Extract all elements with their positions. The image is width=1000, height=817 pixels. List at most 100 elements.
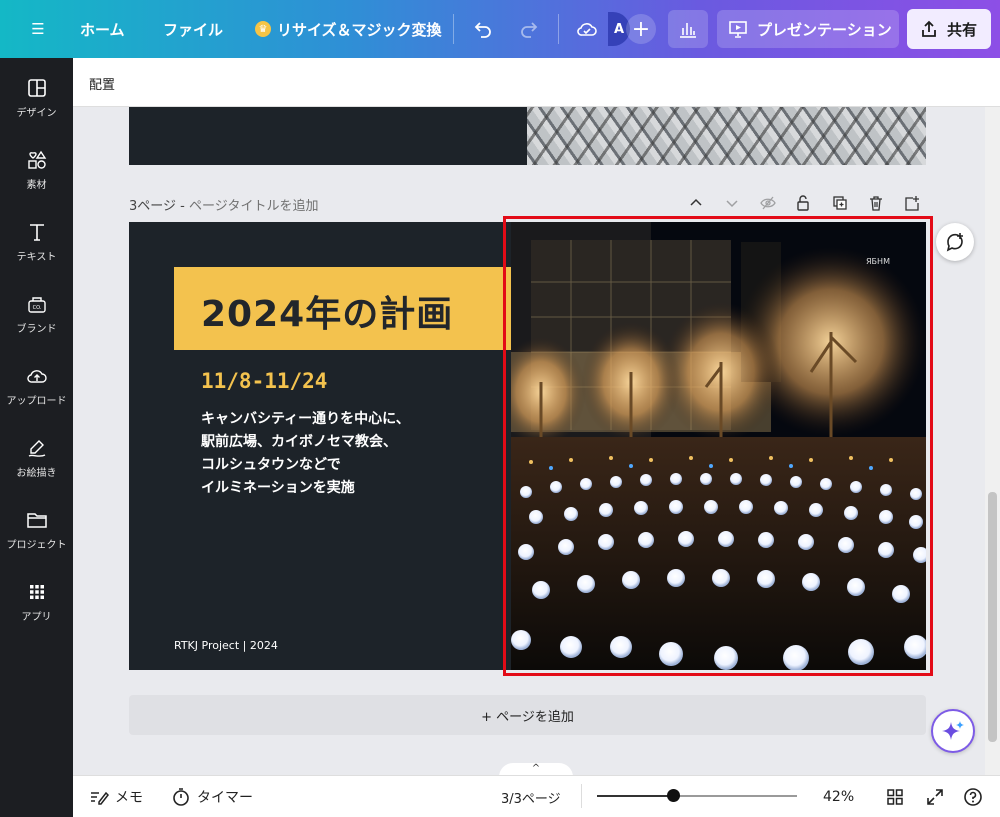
illumination-photo[interactable]: ЯБНМ <box>511 222 926 670</box>
sidebar-item-label: アップロード <box>6 396 67 407</box>
text-icon <box>29 224 44 241</box>
comment-plus-icon <box>946 233 963 252</box>
slide-footer[interactable]: RTKJ Project | 2024 <box>174 639 278 652</box>
sidebar-item-design[interactable]: デザイン <box>0 76 73 136</box>
hamburger-icon: ☰ <box>31 20 45 38</box>
undo-icon <box>474 22 491 38</box>
notes-icon <box>91 791 109 805</box>
add-page-button[interactable] <box>902 193 922 213</box>
cloud-upload-icon <box>26 370 47 383</box>
cloud-check-icon <box>577 23 597 36</box>
move-page-up-button[interactable] <box>686 193 706 213</box>
present-label: プレゼンテーション <box>757 20 892 39</box>
page-indicator[interactable]: 3/3ページ <box>501 776 561 817</box>
bottom-toolbar: メモ タイマー 3/3ページ 42% <box>73 775 1000 817</box>
crown-icon: ♛ <box>255 21 271 37</box>
lock-page-button[interactable] <box>793 193 813 213</box>
toolbar-divider <box>558 14 559 44</box>
sidebar-item-label: プロジェクト <box>6 540 67 551</box>
add-page-bar[interactable]: + ページを追加 <box>129 695 926 735</box>
eye-off-icon <box>760 196 776 210</box>
sidebar-item-uploads[interactable]: アップロード <box>0 364 73 424</box>
page-header: 3ページ - ページタイトルを追加 <box>129 195 318 214</box>
resize-button[interactable]: ♛ リサイズ＆マジック変換 <box>255 0 442 58</box>
fullscreen-button[interactable] <box>925 776 951 817</box>
layout-icon <box>27 79 46 97</box>
slide-title[interactable]: 2024年の計画 <box>201 285 453 337</box>
duplicate-page-button[interactable] <box>830 193 850 213</box>
sidebar-item-projects[interactable]: プロジェクト <box>0 508 73 568</box>
expand-icon <box>927 789 943 805</box>
share-icon <box>922 20 936 37</box>
redo-button[interactable] <box>514 14 544 44</box>
vertical-scrollbar[interactable] <box>985 107 1000 775</box>
add-comment-button[interactable] <box>936 223 974 261</box>
undo-button[interactable] <box>468 14 498 44</box>
timer-icon <box>173 788 189 806</box>
left-sidebar: デザイン 素材 テキスト CO. ブランド アップロード お絵描き プロジェクト <box>0 58 73 817</box>
svg-text:ЯБНМ: ЯБНМ <box>866 257 890 266</box>
zoom-slider[interactable] <box>597 795 797 797</box>
page-title-input[interactable]: ページタイトルを追加 <box>189 199 318 214</box>
timer-button[interactable]: タイマー <box>171 776 253 817</box>
sidebar-item-label: デザイン <box>16 108 57 119</box>
grid-view-icon <box>887 789 903 805</box>
presentation-icon <box>729 21 747 38</box>
zoom-percent[interactable]: 42% <box>823 776 854 817</box>
plus-icon: + <box>631 16 651 42</box>
insights-button[interactable] <box>668 10 708 48</box>
sidebar-item-elements[interactable]: 素材 <box>0 148 73 208</box>
magic-assistant-button[interactable] <box>931 709 975 753</box>
description-line: コルシュタウンなどで <box>201 457 341 473</box>
previous-slide[interactable] <box>129 107 926 165</box>
resize-label: リサイズ＆マジック変換 <box>277 20 442 39</box>
redo-icon <box>521 22 538 38</box>
svg-text:CO.: CO. <box>32 305 41 311</box>
description-line: 駅前広場、カイボノセマ教会、 <box>201 434 397 450</box>
zoom-slider-handle[interactable] <box>667 789 680 802</box>
folder-icon <box>26 513 47 528</box>
sidebar-item-text[interactable]: テキスト <box>0 220 73 280</box>
chevron-down-icon <box>726 200 738 208</box>
help-button[interactable] <box>963 776 989 817</box>
home-button[interactable]: ホーム <box>80 0 125 58</box>
slide-description[interactable]: キャンバシティー通りを中心に、 駅前広場、カイボノセマ教会、 コルシュタウンなど… <box>201 408 501 500</box>
grid-view-button[interactable] <box>885 776 911 817</box>
sidebar-item-brand[interactable]: CO. ブランド <box>0 292 73 352</box>
present-button[interactable]: プレゼンテーション <box>717 10 899 48</box>
sidebar-item-draw[interactable]: お絵描き <box>0 436 73 496</box>
context-toolbar: 配置 <box>73 58 1000 107</box>
draw-icon <box>28 440 45 457</box>
move-page-down-button[interactable] <box>722 193 742 213</box>
notes-button[interactable]: メモ <box>89 776 143 817</box>
slide-page-3[interactable]: 2024年の計画 11/8-11/24 キャンバシティー通りを中心に、 駅前広場… <box>129 222 926 670</box>
add-collaborator-button[interactable]: + <box>626 14 656 44</box>
zoom-slider-fill <box>597 795 673 797</box>
share-button[interactable]: 共有 <box>907 9 991 49</box>
hide-page-button[interactable] <box>758 193 778 213</box>
scrollbar-thumb[interactable] <box>988 492 997 742</box>
toolbar-divider <box>453 14 454 44</box>
bar-chart-icon <box>680 23 696 38</box>
page-number-label: 3ページ - <box>129 199 185 214</box>
delete-page-button[interactable] <box>866 193 886 213</box>
file-menu[interactable]: ファイル <box>163 0 223 58</box>
apps-icon <box>29 585 44 599</box>
editor-canvas[interactable]: 3ページ - ページタイトルを追加 2024年の計画 11/8-11/24 キャ… <box>73 107 985 775</box>
slide-date[interactable]: 11/8-11/24 <box>201 369 327 393</box>
previous-slide-photo[interactable] <box>527 107 926 165</box>
description-line: イルミネーションを実施 <box>201 480 355 496</box>
sidebar-item-apps[interactable]: アプリ <box>0 580 73 640</box>
chevron-up-icon <box>690 198 702 206</box>
toolbar-divider <box>581 784 582 808</box>
sidebar-item-label: お絵描き <box>16 468 57 479</box>
canva-editor: ☰ ホーム ファイル ♛ リサイズ＆マジック変換 A + プレゼンテーション 共… <box>0 0 1000 817</box>
sidebar-item-label: テキスト <box>16 252 57 263</box>
arrange-button[interactable]: 配置 <box>89 74 115 93</box>
description-line: キャンバシティー通りを中心に、 <box>201 411 410 427</box>
menu-button[interactable]: ☰ <box>18 0 58 58</box>
cloud-save-status[interactable] <box>572 14 602 44</box>
sidebar-item-label: 素材 <box>26 180 47 191</box>
notes-label: メモ <box>115 790 143 806</box>
illumination-image: ЯБНМ <box>511 222 926 670</box>
